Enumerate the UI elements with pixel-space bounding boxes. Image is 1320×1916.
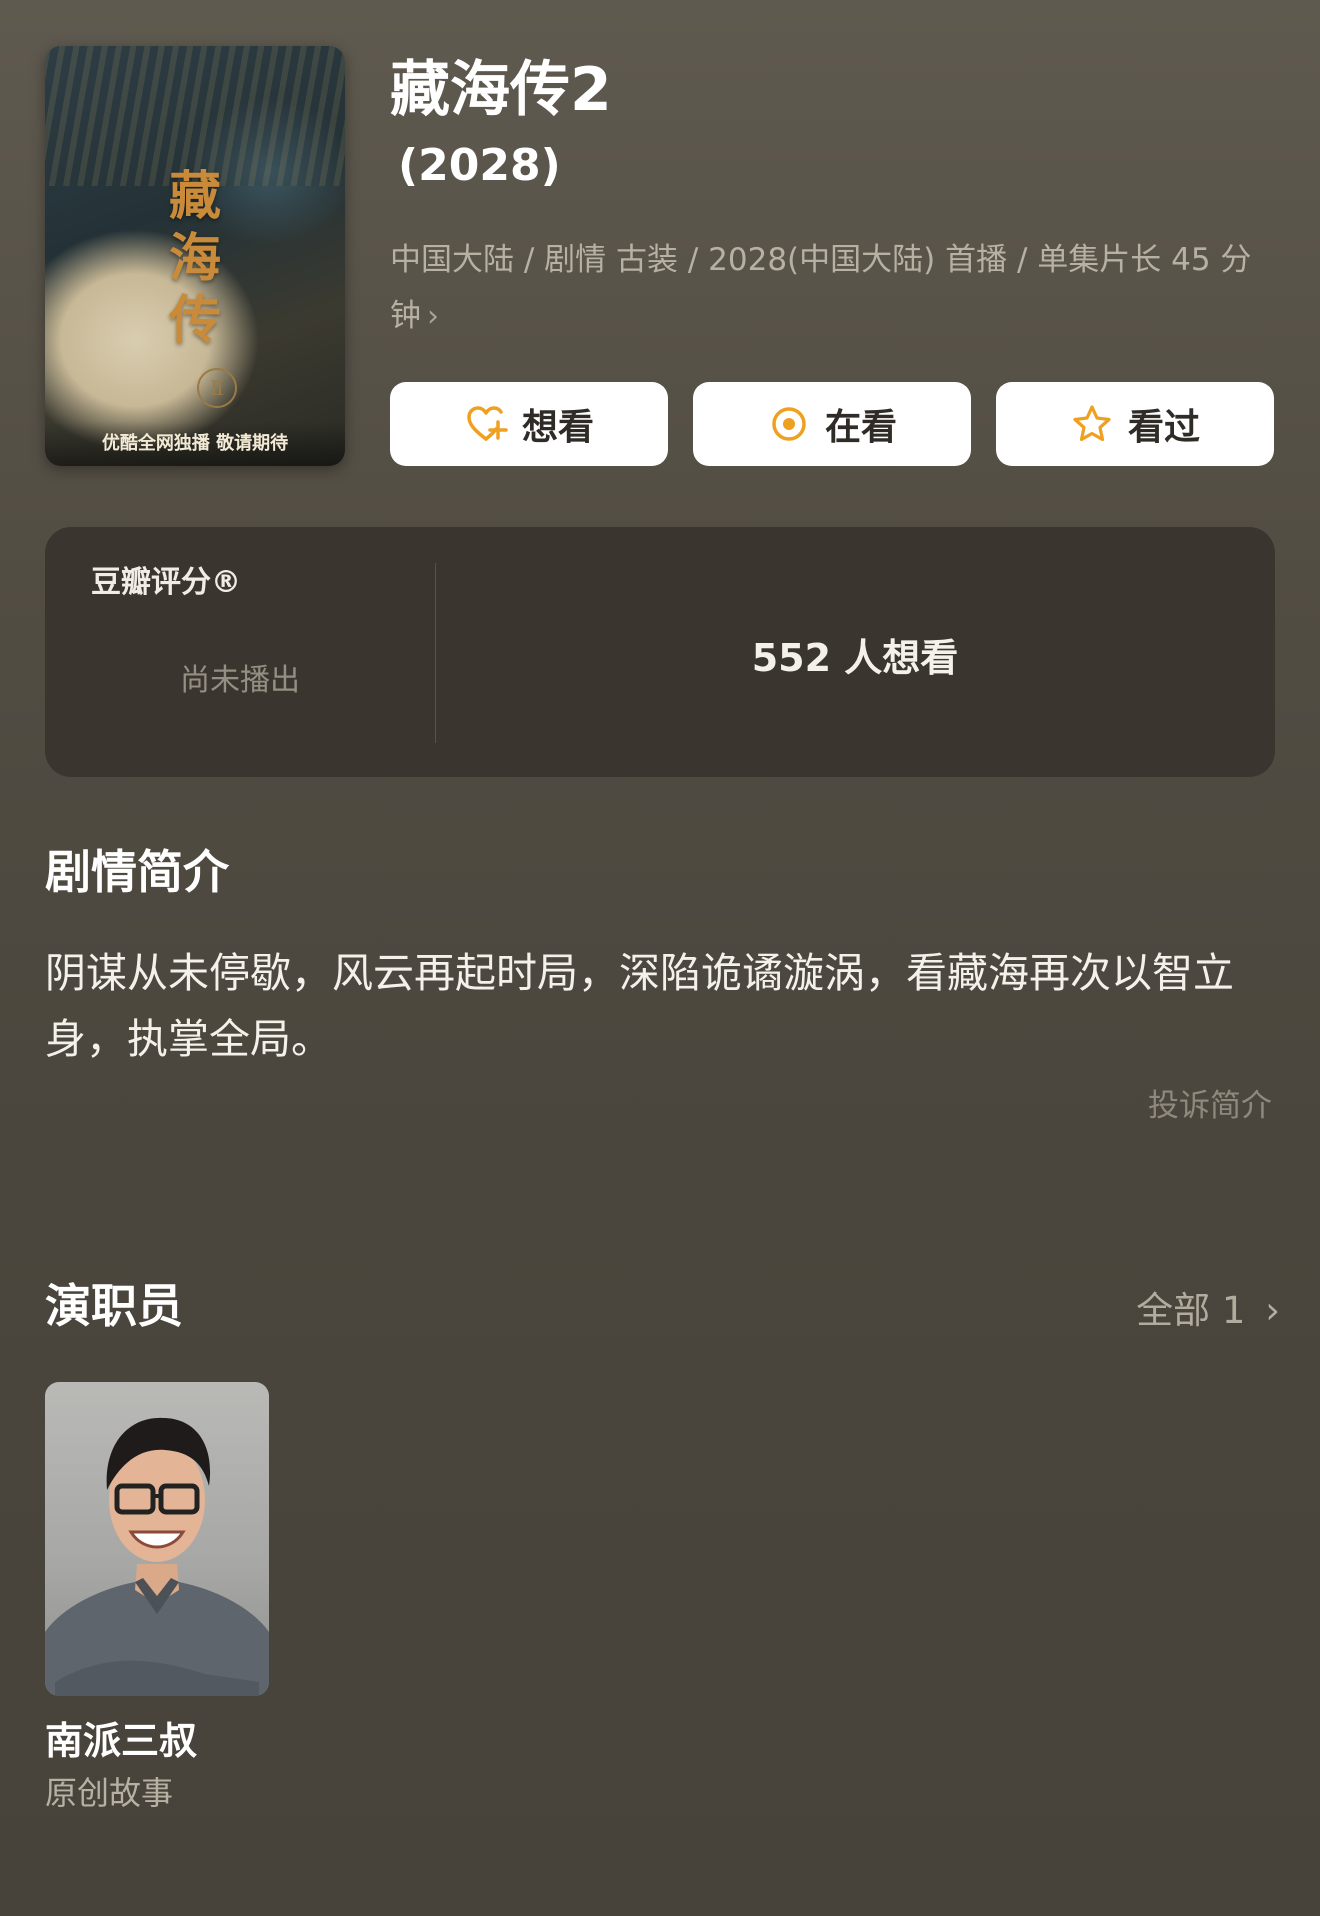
cast-heading: 演职员 <box>45 1279 183 1333</box>
want-to-watch-label: 想看 <box>521 407 594 448</box>
rating-card: 豆瓣评分® 尚未播出 552 人想看 <box>45 527 1275 777</box>
chevron-right-icon: › <box>427 299 439 334</box>
page-title: 藏海传2 <box>390 55 612 125</box>
target-circle-icon <box>772 407 806 441</box>
poster-image[interactable]: 藏海传 Ⅱ 优酷全网独播 敬请期待 <box>45 46 345 466</box>
poster-artwork <box>45 46 345 186</box>
chevron-right-icon: › <box>1265 1289 1280 1332</box>
watching-button[interactable]: 在看 <box>693 382 971 466</box>
watched-label: 看过 <box>1127 407 1200 448</box>
poster-caption: 优酷全网独播 敬请期待 <box>45 422 345 466</box>
release-year: (2028) <box>398 140 561 191</box>
person-portrait <box>45 1417 269 1696</box>
subject-meta-link[interactable]: 中国大陆 / 剧情 古装 / 2028(中国大陆) 首播 / 单集片长 45 分… <box>390 232 1270 345</box>
synopsis-text: 阴谋从未停歇，风云再起时局，深陷诡谲漩涡，看藏海再次以智立身，执掌全局。 <box>45 949 1234 1063</box>
want-count: 552 人想看 <box>751 636 959 680</box>
watching-label: 在看 <box>824 407 897 448</box>
poster-title-glyphs: 藏海传 <box>168 166 221 351</box>
watched-button[interactable]: 看过 <box>996 382 1274 466</box>
star-icon <box>1073 405 1111 442</box>
cast-member-name[interactable]: 南派三叔 <box>45 1710 197 1765</box>
poster-seal: Ⅱ <box>197 368 237 408</box>
douban-rating-label: 豆瓣评分® <box>91 565 241 600</box>
synopsis-heading: 剧情简介 <box>45 845 229 899</box>
subject-meta-text: 中国大陆 / 剧情 古装 / 2028(中国大陆) 首播 / 单集片长 45 分… <box>390 242 1252 334</box>
rating-status: 尚未播出 <box>180 663 300 698</box>
cast-all-link[interactable]: 全部 1 › <box>1136 1280 1280 1334</box>
heart-plus-icon <box>467 406 508 441</box>
want-to-watch-button[interactable]: 想看 <box>390 382 668 466</box>
cast-member-photo[interactable] <box>45 1382 269 1696</box>
cast-all-label: 全部 1 <box>1136 1289 1246 1332</box>
report-synopsis-link[interactable]: 投诉简介 <box>1148 1080 1272 1125</box>
cast-member-role: 原创故事 <box>45 1774 174 1812</box>
